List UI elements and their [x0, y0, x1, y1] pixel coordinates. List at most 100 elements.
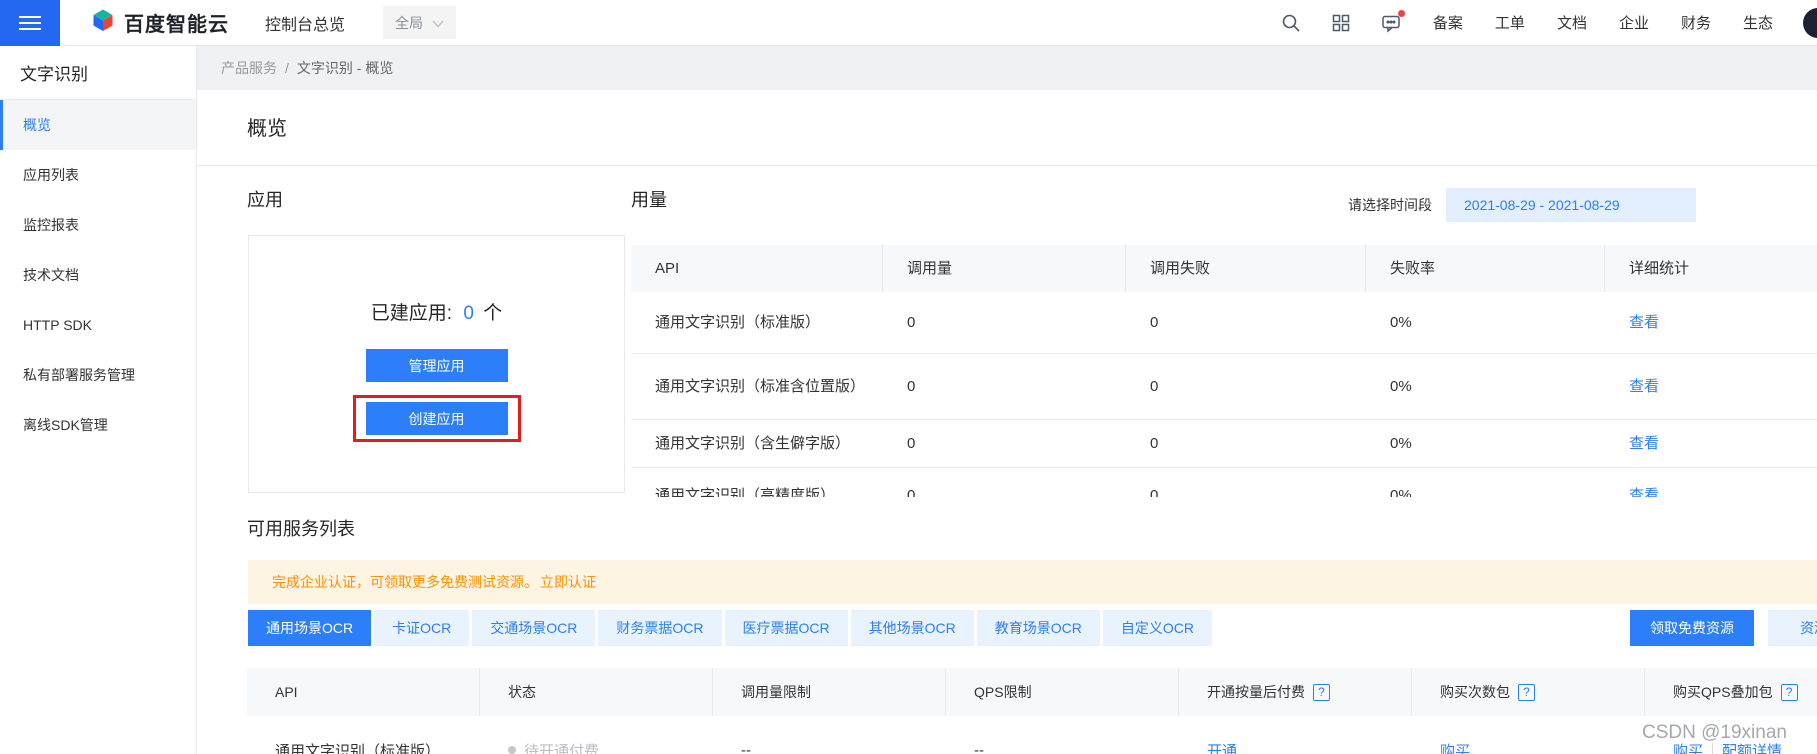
usage-table-row: 通用文字识别（含生僻字版） 0 0 0% 查看 — [631, 420, 1817, 468]
tab-medical-ocr[interactable]: 医疗票据OCR — [725, 610, 848, 646]
services-col-api: API — [247, 668, 480, 716]
usage-calls-value: 0 — [883, 354, 1126, 419]
buy-count-package-link[interactable]: 购买 — [1440, 740, 1470, 754]
breadcrumb: 产品服务 / 文字识别 - 概览 — [197, 46, 1817, 90]
breadcrumb-current: 文字识别 - 概览 — [297, 58, 393, 78]
create-app-button[interactable]: 创建应用 — [366, 402, 508, 435]
service-qps-limit: -- — [946, 716, 1179, 754]
services-col-qps-limit: QPS限制 — [946, 668, 1179, 716]
sidebar-title: 文字识别 — [0, 46, 196, 100]
view-detail-link[interactable]: 查看 — [1629, 312, 1659, 334]
usage-api-name: 通用文字识别（标准含位置版） — [631, 354, 883, 419]
usage-api-name: 通用文字识别（高精度版） — [631, 468, 883, 497]
avatar[interactable] — [1803, 8, 1817, 38]
search-icon[interactable] — [1281, 13, 1301, 33]
brand-cube-icon — [90, 7, 116, 38]
brand-name: 百度智能云 — [124, 8, 229, 37]
services-table: API 状态 调用量限制 QPS限制 开通按量后付费 ? 购买次数包 ? 购买Q… — [247, 668, 1817, 754]
usage-calls-value: 0 — [883, 468, 1126, 497]
nav-item-enterprise[interactable]: 企业 — [1619, 12, 1649, 33]
usage-failed-value: 0 — [1126, 468, 1366, 497]
created-apps-line: 已建应用: 0 个 — [371, 298, 502, 325]
status-dot-icon — [508, 746, 516, 754]
link-divider — [1712, 743, 1713, 754]
usage-calls-value: 0 — [883, 420, 1126, 467]
sidebar-item-private-deploy[interactable]: 私有部署服务管理 — [0, 350, 196, 400]
nav-item-beian[interactable]: 备案 — [1433, 12, 1463, 33]
claim-free-resource-button[interactable]: 领取免费资源 — [1630, 610, 1754, 646]
brand-logo[interactable]: 百度智能云 — [90, 7, 229, 38]
quota-detail-link[interactable]: 配额详情 — [1722, 740, 1782, 754]
sidebar-item-monitor-report[interactable]: 监控报表 — [0, 200, 196, 250]
ocr-category-tabs: 通用场景OCR 卡证OCR 交通场景OCR 财务票据OCR 医疗票据OCR 其他… — [248, 610, 1215, 646]
sidebar-item-overview[interactable]: 概览 — [0, 100, 196, 150]
usage-table-header: API 调用量 调用失败 失败率 详细统计 — [631, 245, 1817, 292]
region-selector[interactable]: 全局 — [383, 6, 456, 39]
services-col-status: 状态 — [480, 668, 713, 716]
main-content: 概览 应用 用量 已建应用: 0 个 管理应用 创建应用 请选择时间段 2021… — [197, 90, 1817, 754]
page-title: 概览 — [247, 112, 287, 141]
services-col-postpaid-label: 开通按量后付费 — [1207, 682, 1305, 702]
created-apps-label: 已建应用: — [371, 303, 452, 324]
usage-table: API 调用量 调用失败 失败率 详细统计 通用文字识别（标准版） 0 0 0%… — [631, 245, 1817, 497]
created-apps-count: 0 — [463, 303, 474, 324]
sidebar-item-http-sdk[interactable]: HTTP SDK — [0, 300, 196, 350]
console-overview-link[interactable]: 控制台总览 — [265, 11, 345, 35]
usage-table-row: 通用文字识别（标准版） 0 0 0% 查看 — [631, 292, 1817, 354]
usage-failed-value: 0 — [1126, 420, 1366, 467]
top-navbar: 百度智能云 控制台总览 全局 备案 工单 — [0, 0, 1817, 46]
sidebar-item-offline-sdk[interactable]: 离线SDK管理 — [0, 400, 196, 450]
message-icon[interactable] — [1381, 13, 1401, 33]
tab-other-ocr[interactable]: 其他场景OCR — [851, 610, 974, 646]
tab-finance-ocr[interactable]: 财务票据OCR — [598, 610, 721, 646]
usage-table-row: 通用文字识别（标准含位置版） 0 0 0% 查看 — [631, 354, 1817, 420]
annotation-red-box: 创建应用 — [353, 395, 521, 442]
usage-calls-value: 0 — [883, 292, 1126, 353]
region-value: 全局 — [395, 13, 423, 33]
sidebar-item-tech-docs[interactable]: 技术文档 — [0, 250, 196, 300]
nav-item-ticket[interactable]: 工单 — [1495, 12, 1525, 33]
services-table-header: API 状态 调用量限制 QPS限制 开通按量后付费 ? 购买次数包 ? 购买Q… — [247, 668, 1817, 716]
service-status: 待开通付费 — [480, 716, 713, 754]
tab-card-ocr[interactable]: 卡证OCR — [374, 610, 469, 646]
manage-app-button[interactable]: 管理应用 — [366, 349, 508, 382]
sidebar: 文字识别 概览 应用列表 监控报表 技术文档 HTTP SDK 私有部署服务管理… — [0, 46, 197, 754]
nav-item-docs[interactable]: 文档 — [1557, 12, 1587, 33]
view-detail-link[interactable]: 查看 — [1629, 485, 1659, 497]
breadcrumb-parent[interactable]: 产品服务 — [221, 58, 277, 78]
nav-item-finance[interactable]: 财务 — [1681, 12, 1711, 33]
certify-now-link[interactable]: 立即认证 — [540, 572, 596, 592]
help-icon[interactable]: ? — [1518, 684, 1535, 701]
baidu-cloud-console: 百度智能云 控制台总览 全局 备案 工单 — [0, 0, 1817, 754]
usage-failed-value: 0 — [1126, 292, 1366, 353]
services-col-qps-package: 购买QPS叠加包 ? — [1645, 668, 1817, 716]
activate-link[interactable]: 开通 — [1207, 740, 1237, 754]
view-detail-link[interactable]: 查看 — [1629, 376, 1659, 398]
usage-api-name: 通用文字识别（标准版） — [631, 292, 883, 353]
usage-col-detail: 详细统计 — [1605, 245, 1817, 292]
date-range-picker[interactable]: 2021-08-29 - 2021-08-29 — [1446, 188, 1696, 222]
tab-custom-ocr[interactable]: 自定义OCR — [1103, 610, 1212, 646]
usage-failed-value: 0 — [1126, 354, 1366, 419]
usage-section-heading: 用量 — [631, 186, 667, 212]
resource-list-button[interactable]: 资源列表 — [1768, 610, 1817, 646]
apps-grid-icon[interactable] — [1331, 13, 1351, 33]
nav-item-ecosystem[interactable]: 生态 — [1743, 12, 1773, 33]
sidebar-item-app-list[interactable]: 应用列表 — [0, 150, 196, 200]
services-col-quota-limit: 调用量限制 — [713, 668, 946, 716]
notification-badge — [1398, 10, 1405, 17]
usage-api-name: 通用文字识别（含生僻字版） — [631, 420, 883, 467]
tab-general-ocr[interactable]: 通用场景OCR — [248, 610, 371, 646]
usage-fail-rate-value: 0% — [1366, 420, 1605, 467]
breadcrumb-separator: / — [285, 60, 289, 76]
services-col-postpaid: 开通按量后付费 ? — [1179, 668, 1412, 716]
view-detail-link[interactable]: 查看 — [1629, 433, 1659, 455]
buy-qps-package-link[interactable]: 购买 — [1673, 740, 1703, 754]
usage-fail-rate-value: 0% — [1366, 468, 1605, 497]
help-icon[interactable]: ? — [1781, 684, 1798, 701]
tab-traffic-ocr[interactable]: 交通场景OCR — [472, 610, 595, 646]
help-icon[interactable]: ? — [1313, 684, 1330, 701]
hamburger-menu-icon[interactable] — [0, 0, 60, 46]
tab-education-ocr[interactable]: 教育场景OCR — [977, 610, 1100, 646]
chevron-down-icon — [432, 15, 444, 31]
